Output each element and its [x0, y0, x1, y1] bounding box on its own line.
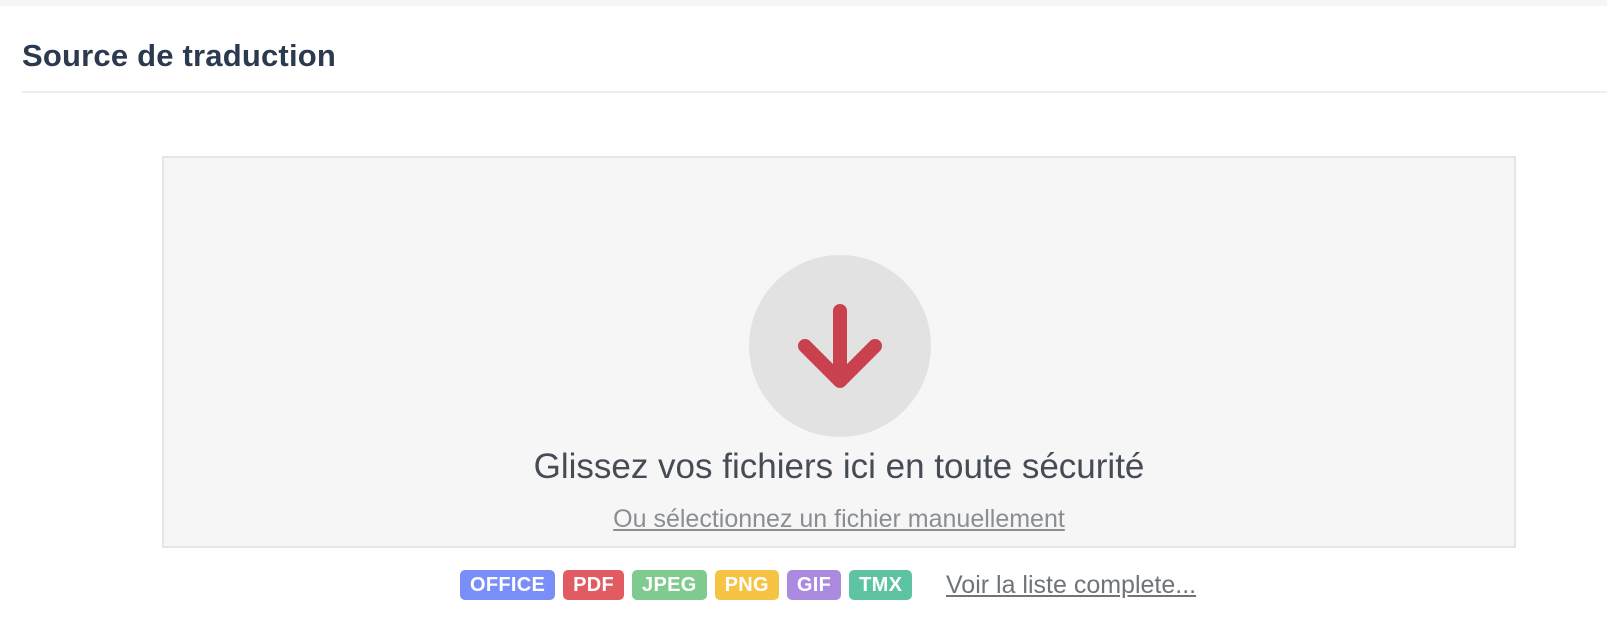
file-dropzone[interactable]: Glissez vos fichiers ici en toute sécuri… — [162, 156, 1516, 548]
full-format-list-link[interactable]: Voir la liste complete... — [946, 570, 1196, 600]
arrow-down-icon — [798, 304, 882, 388]
dropzone-headline: Glissez vos fichiers ici en toute sécuri… — [533, 447, 1145, 486]
supported-formats-row: OFFICE PDF JPEG PNG GIF TMX Voir la list… — [0, 570, 1607, 602]
format-badge-office: OFFICE — [460, 570, 556, 600]
section-title: Source de traduction — [22, 38, 337, 73]
format-badge-pdf: PDF — [563, 570, 625, 600]
format-badges: OFFICE PDF JPEG PNG GIF TMX — [460, 570, 913, 600]
format-badge-gif: GIF — [786, 570, 842, 600]
drop-icon-circle — [749, 255, 931, 437]
format-badge-jpeg: JPEG — [632, 570, 707, 600]
format-badge-png: PNG — [714, 570, 779, 600]
title-divider — [22, 91, 1607, 93]
format-badge-tmx: TMX — [849, 570, 913, 600]
manual-select-wrapper: Ou sélectionnez un fichier manuellement — [164, 505, 1514, 534]
top-strip — [0, 0, 1607, 6]
manual-select-link[interactable]: Ou sélectionnez un fichier manuellement — [613, 505, 1065, 533]
